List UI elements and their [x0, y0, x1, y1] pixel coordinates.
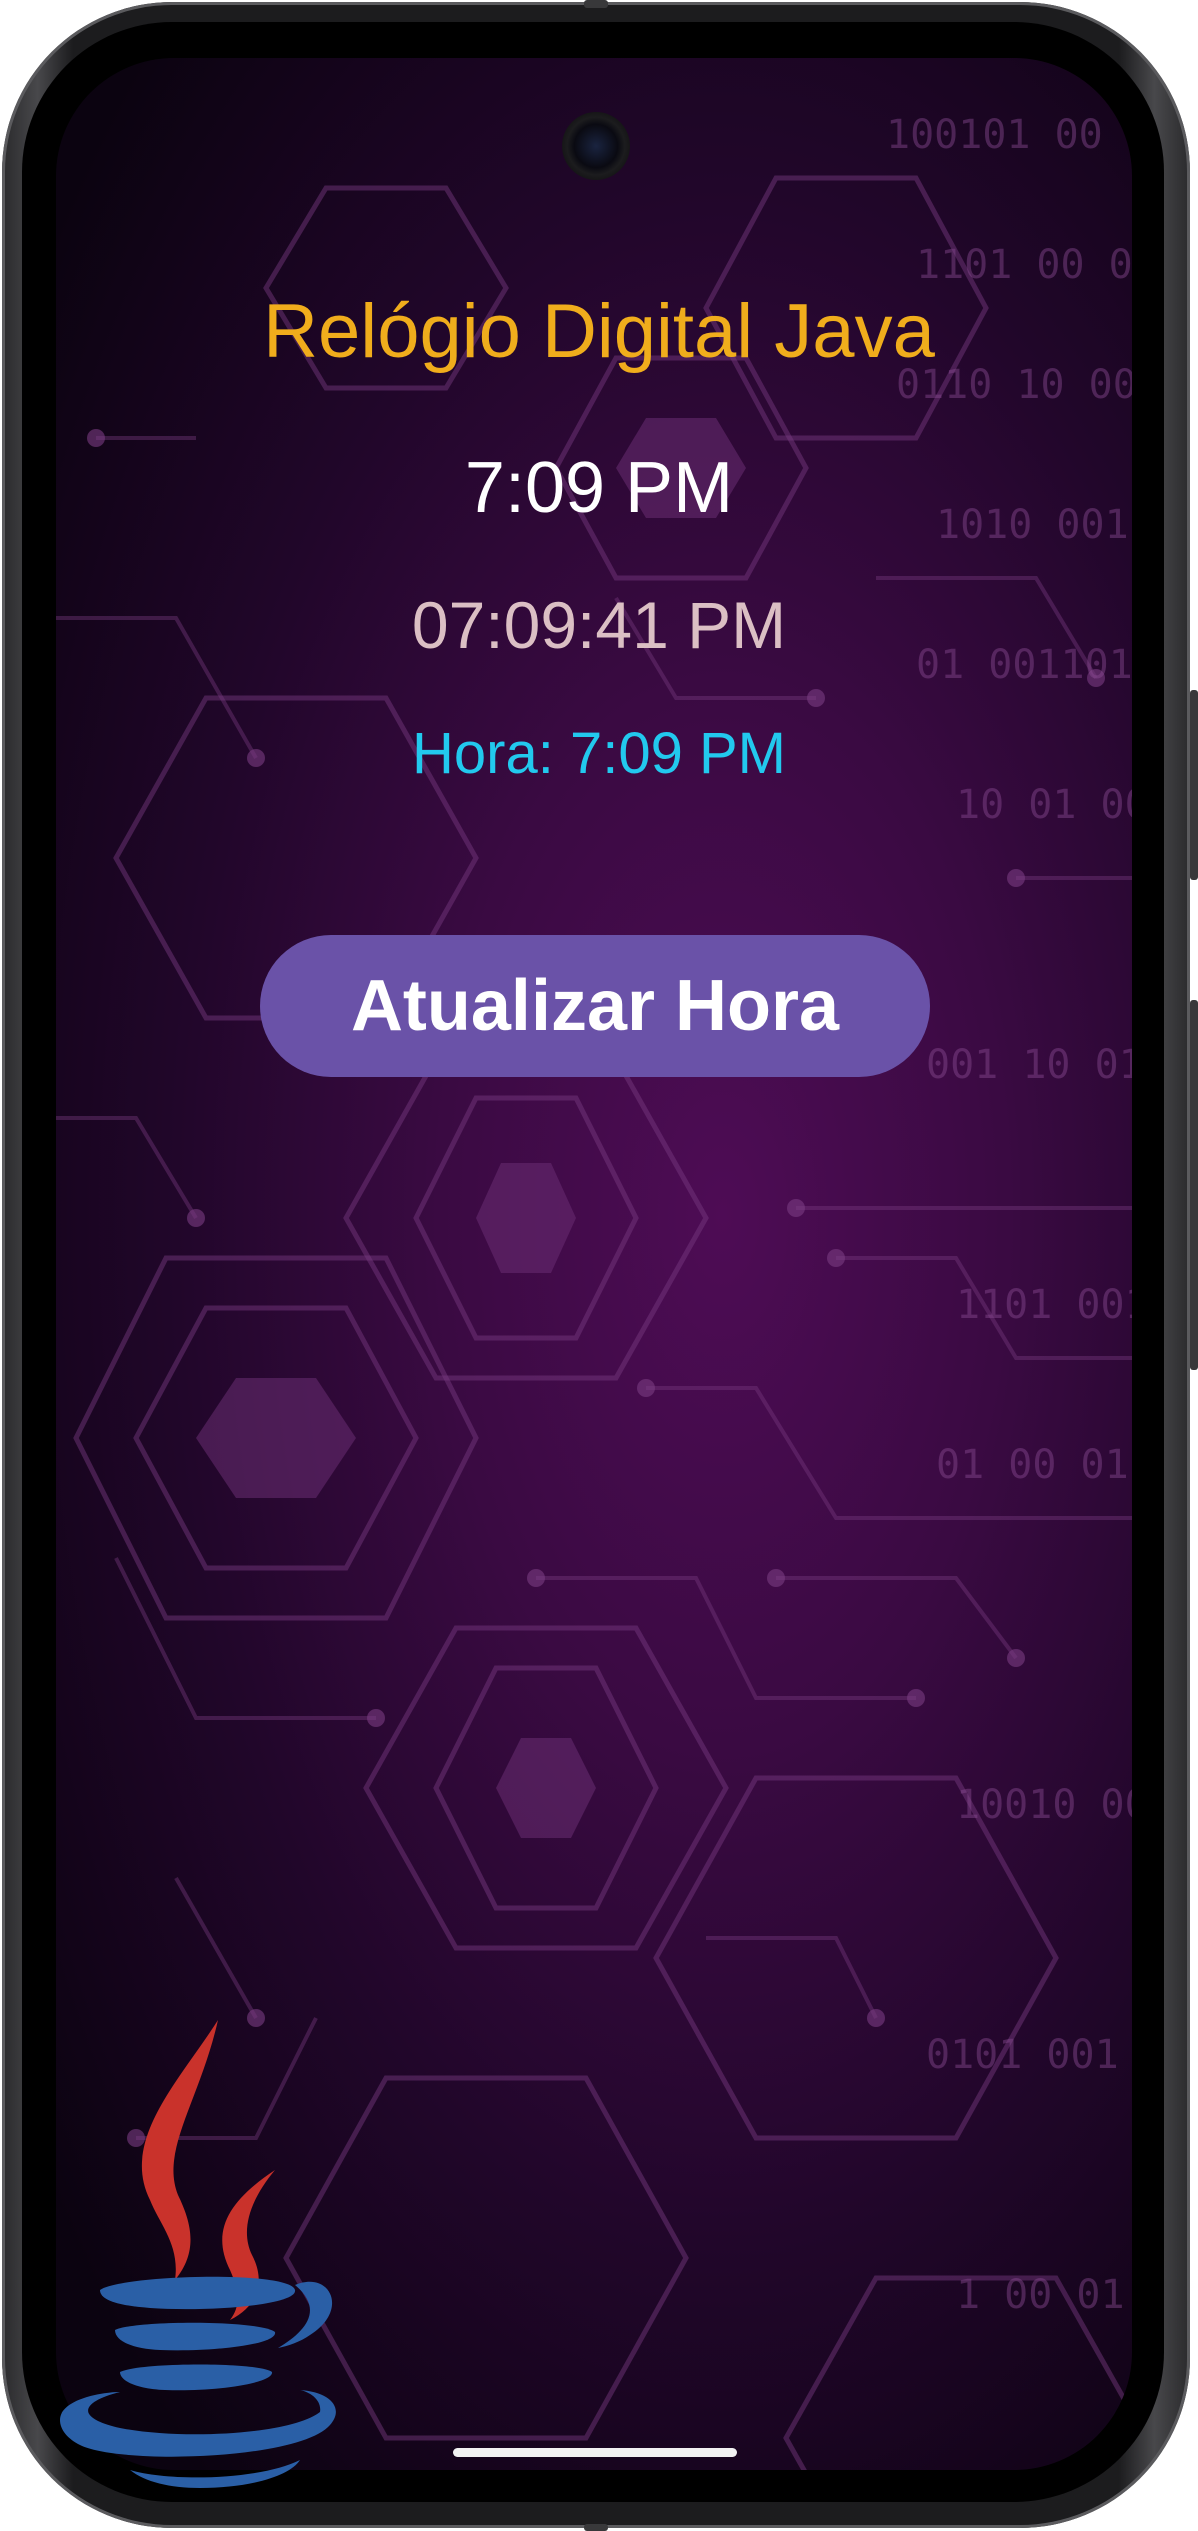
- top-slot: [584, 0, 608, 8]
- binary-text: 10010 00101: [956, 1782, 1132, 1828]
- volume-button: [1190, 1000, 1198, 1370]
- app-title: Relógio Digital Java: [263, 289, 935, 374]
- front-camera-icon: [562, 112, 630, 180]
- power-button: [1190, 690, 1198, 880]
- binary-text: 100101 00: [886, 112, 1103, 158]
- binary-text: 1101 00 01: [916, 242, 1132, 288]
- binary-text: 1 00 01 101: [956, 2272, 1132, 2318]
- binary-text: 001 10 0101: [926, 1042, 1132, 1088]
- binary-text: 0101 001 01: [926, 2032, 1132, 2078]
- hora-label: Hora: 7:09 PM: [412, 721, 786, 786]
- phone-frame: 100101 00 1101 00 01 0110 10 001 1010 00…: [0, 0, 1198, 2531]
- home-indicator[interactable]: [453, 2448, 737, 2457]
- binary-text: 10 01 0010: [956, 782, 1132, 828]
- bottom-slot: [584, 2524, 608, 2531]
- binary-text: 01 00 01 10: [936, 1442, 1132, 1488]
- time-with-seconds: 07:09:41 PM: [411, 588, 787, 662]
- time-short: 7:09 PM: [464, 448, 734, 528]
- java-logo-icon: [60, 2020, 336, 2488]
- update-time-button[interactable]: Atualizar Hora: [260, 935, 930, 1077]
- binary-text: 1101 001 01: [956, 1282, 1132, 1328]
